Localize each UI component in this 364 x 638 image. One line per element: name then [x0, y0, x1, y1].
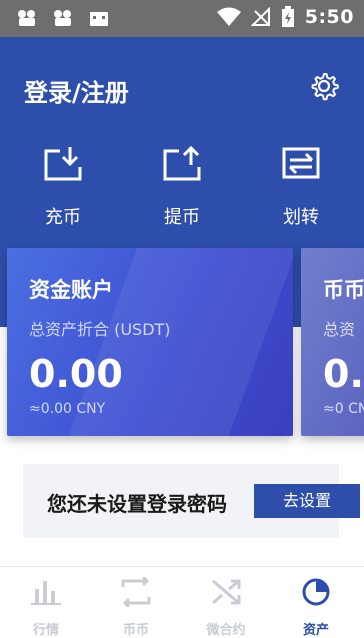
- tab-label: 币币: [122, 623, 149, 638]
- settings-gear-icon[interactable]: [309, 71, 339, 101]
- login-register-link[interactable]: 登录/注册: [24, 73, 129, 108]
- tab-label: 资产: [302, 623, 329, 638]
- wifi-icon: [216, 7, 241, 26]
- notice-text: 您还未设置登录密码: [47, 492, 227, 516]
- card-balance: 0.00: [29, 352, 123, 396]
- pie-chart-icon: [302, 578, 330, 606]
- card-cny-value: ≈0 CN: [323, 401, 364, 417]
- shuffle-icon: [212, 579, 241, 605]
- spot-account-card[interactable]: 币币 总资 0. ≈0 CN: [301, 248, 364, 436]
- transfer-icon: [282, 147, 320, 179]
- withdraw-icon: [163, 145, 201, 181]
- deposit-icon: [44, 147, 82, 181]
- clock: 5:50: [304, 6, 354, 28]
- set-password-button[interactable]: 去设置: [254, 484, 360, 518]
- bottom-tab-bar: 行情 币币 微合约 资产: [0, 566, 364, 638]
- deposit-action[interactable]: 充币: [28, 143, 98, 229]
- status-bar: 5:50: [0, 0, 364, 37]
- card-title: 币币: [323, 278, 364, 302]
- app-notification-icon: [18, 10, 35, 26]
- tab-assets[interactable]: 资产: [286, 577, 346, 638]
- card-subtitle: 总资产折合 (USDT): [29, 320, 171, 339]
- card-title: 资金账户: [29, 278, 113, 302]
- transfer-label: 划转: [283, 207, 319, 228]
- tab-market[interactable]: 行情: [16, 577, 76, 638]
- withdraw-label: 提币: [164, 207, 200, 228]
- tab-micro-contract[interactable]: 微合约: [196, 577, 256, 638]
- no-signal-icon: [250, 7, 270, 26]
- exchange-icon: [121, 577, 151, 607]
- tab-label: 微合约: [206, 623, 246, 638]
- notification-icons: [16, 8, 110, 28]
- funding-account-card[interactable]: 资金账户 总资产折合 (USDT) 0.00 ≈0.00 CNY: [7, 248, 293, 436]
- withdraw-action[interactable]: 提币: [147, 143, 217, 229]
- deposit-label: 充币: [45, 207, 81, 228]
- battery-charging-icon: [281, 6, 294, 27]
- android-icon: [90, 12, 108, 26]
- tab-label: 行情: [32, 623, 59, 638]
- app-notification-icon: [54, 10, 71, 26]
- transfer-action[interactable]: 划转: [266, 143, 336, 229]
- card-balance: 0.: [323, 352, 364, 396]
- market-chart-icon: [31, 581, 61, 605]
- tab-spot[interactable]: 币币: [106, 577, 166, 638]
- card-subtitle: 总资: [323, 320, 356, 339]
- password-notice: 您还未设置登录密码 去设置: [23, 464, 360, 538]
- card-cny-value: ≈0.00 CNY: [29, 401, 106, 417]
